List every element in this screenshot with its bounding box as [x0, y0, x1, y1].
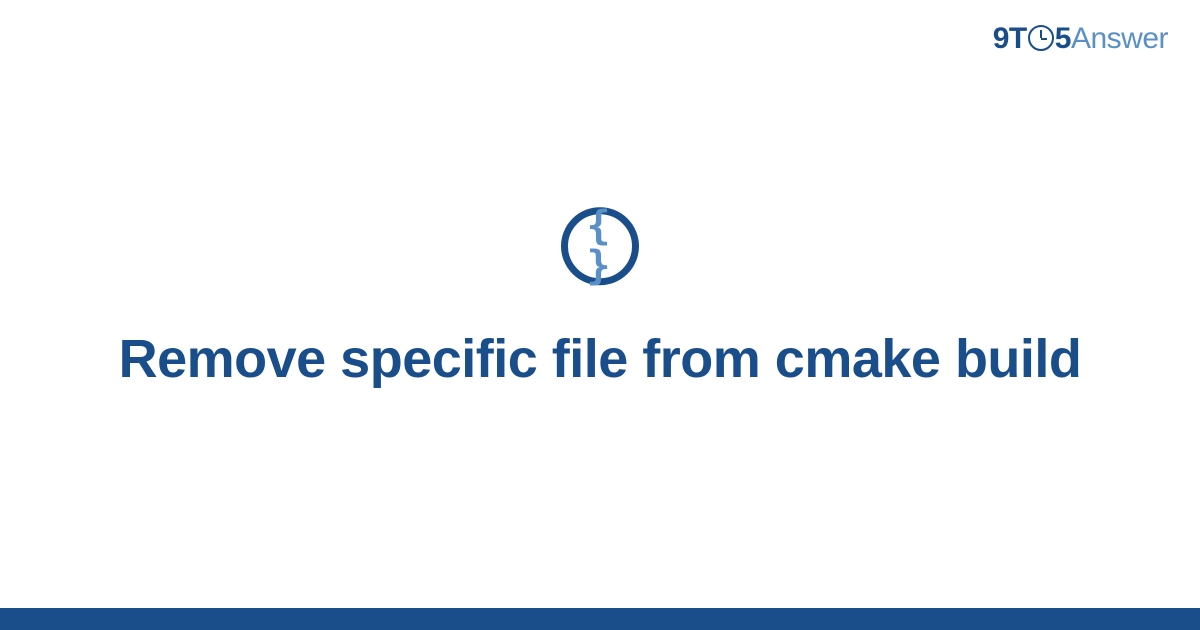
logo-text-5: 5 — [1055, 22, 1071, 55]
logo-text-answer: Answer — [1071, 22, 1168, 55]
footer-bar — [0, 608, 1200, 630]
site-logo: 9T 5Answer — [993, 22, 1168, 56]
clock-icon — [1028, 25, 1054, 51]
braces-glyph: { } — [568, 206, 632, 286]
main-content: { } Remove specific file from cmake buil… — [0, 207, 1200, 393]
logo-text-9t: 9T — [993, 22, 1027, 55]
page-title: Remove specific file from cmake build — [60, 327, 1140, 393]
code-braces-icon: { } — [561, 207, 639, 285]
